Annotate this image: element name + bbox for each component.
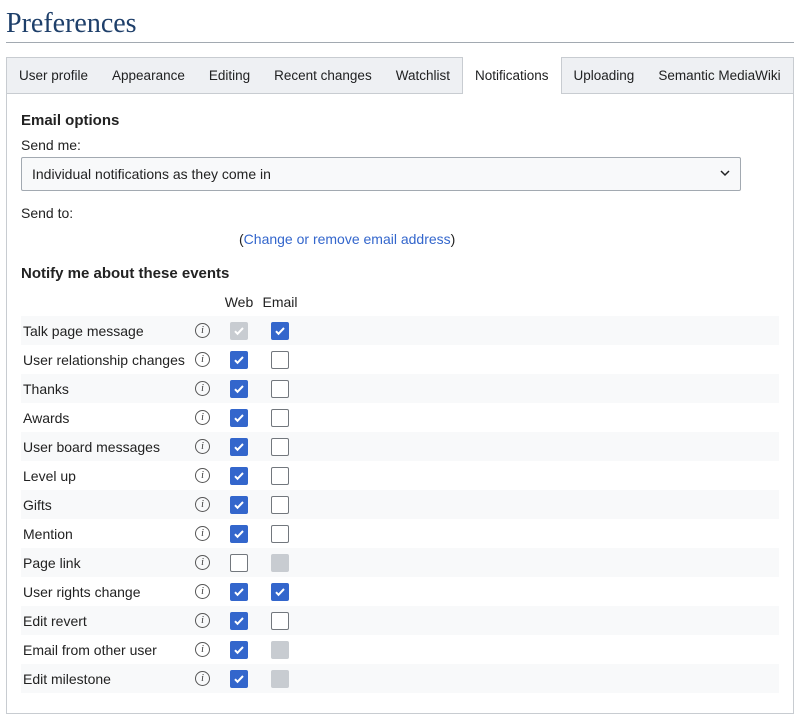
event-row: Awardsi	[21, 403, 779, 432]
checkbox-email	[271, 554, 289, 572]
tabs-bar: User profileAppearanceEditingRecent chan…	[6, 57, 794, 94]
checkbox-web[interactable]	[230, 409, 248, 427]
event-row: User rights changei	[21, 577, 779, 606]
checkbox-email[interactable]	[271, 612, 289, 630]
send-me-select-value[interactable]: Individual notifications as they come in	[21, 157, 741, 191]
info-icon[interactable]: i	[195, 526, 210, 541]
event-label: Mention	[21, 526, 195, 542]
info-icon[interactable]: i	[195, 584, 210, 599]
checkbox-web[interactable]	[230, 554, 248, 572]
info-icon[interactable]: i	[195, 497, 210, 512]
info-icon[interactable]: i	[195, 352, 210, 367]
tab-notifications[interactable]: Notifications	[462, 57, 562, 94]
event-label: User board messages	[21, 439, 195, 455]
checkbox-web[interactable]	[230, 641, 248, 659]
checkbox-web[interactable]	[230, 467, 248, 485]
event-label: Email from other user	[21, 642, 195, 658]
tab-semantic-mediawiki[interactable]: Semantic MediaWiki	[646, 58, 792, 93]
tab-appearance[interactable]: Appearance	[100, 58, 197, 93]
event-label: User relationship changes	[21, 352, 195, 368]
checkbox-web	[230, 322, 248, 340]
info-icon[interactable]: i	[195, 555, 210, 570]
tab-recent-changes[interactable]: Recent changes	[262, 58, 384, 93]
event-label: Level up	[21, 468, 195, 484]
checkbox-email[interactable]	[271, 438, 289, 456]
event-label: Thanks	[21, 381, 195, 397]
info-icon[interactable]: i	[195, 671, 210, 686]
tab-user-profile[interactable]: User profile	[7, 58, 100, 93]
send-me-label: Send me:	[21, 137, 779, 153]
checkbox-email[interactable]	[271, 467, 289, 485]
info-icon[interactable]: i	[195, 323, 210, 338]
events-table: Web Email Talk page messageiUser relatio…	[21, 290, 779, 693]
checkbox-web[interactable]	[230, 612, 248, 630]
checkbox-web[interactable]	[230, 583, 248, 601]
send-to-label: Send to:	[21, 205, 73, 221]
checkbox-email[interactable]	[271, 583, 289, 601]
event-row: Edit milestonei	[21, 664, 779, 693]
event-row: Page linki	[21, 548, 779, 577]
event-label: Gifts	[21, 497, 195, 513]
checkbox-email[interactable]	[271, 322, 289, 340]
checkbox-web[interactable]	[230, 670, 248, 688]
checkbox-email	[271, 670, 289, 688]
events-header-row: Web Email	[21, 290, 779, 316]
checkbox-email[interactable]	[271, 496, 289, 514]
tab-uploading[interactable]: Uploading	[562, 58, 647, 93]
info-icon[interactable]: i	[195, 381, 210, 396]
info-icon[interactable]: i	[195, 439, 210, 454]
checkbox-email	[271, 641, 289, 659]
page-title: Preferences	[6, 8, 794, 43]
event-label: User rights change	[21, 584, 195, 600]
event-row: Thanksi	[21, 374, 779, 403]
event-row: User relationship changesi	[21, 345, 779, 374]
event-row: User board messagesi	[21, 432, 779, 461]
column-web: Web	[221, 294, 257, 310]
checkbox-email[interactable]	[271, 409, 289, 427]
event-label: Awards	[21, 410, 195, 426]
info-icon[interactable]: i	[195, 642, 210, 657]
event-row: Mentioni	[21, 519, 779, 548]
checkbox-web[interactable]	[230, 525, 248, 543]
notifications-panel: Email options Send me: Individual notifi…	[6, 94, 794, 714]
event-row: Talk page messagei	[21, 316, 779, 345]
checkbox-web[interactable]	[230, 438, 248, 456]
event-row: Giftsi	[21, 490, 779, 519]
tab-watchlist[interactable]: Watchlist	[384, 58, 462, 93]
tab-editing[interactable]: Editing	[197, 58, 262, 93]
checkbox-web[interactable]	[230, 496, 248, 514]
info-icon[interactable]: i	[195, 613, 210, 628]
event-label: Page link	[21, 555, 195, 571]
event-label: Talk page message	[21, 323, 195, 339]
checkbox-email[interactable]	[271, 351, 289, 369]
checkbox-web[interactable]	[230, 351, 248, 369]
checkbox-email[interactable]	[271, 525, 289, 543]
info-icon[interactable]: i	[195, 410, 210, 425]
event-label: Edit milestone	[21, 671, 195, 687]
send-me-select[interactable]: Individual notifications as they come in	[21, 157, 741, 191]
email-options-heading: Email options	[21, 112, 779, 129]
change-email-link[interactable]: Change or remove email address	[244, 231, 451, 247]
paren-close: )	[451, 231, 456, 247]
events-heading: Notify me about these events	[21, 265, 779, 282]
event-row: Edit reverti	[21, 606, 779, 635]
checkbox-email[interactable]	[271, 380, 289, 398]
event-row: Level upi	[21, 461, 779, 490]
info-icon[interactable]: i	[195, 468, 210, 483]
checkbox-web[interactable]	[230, 380, 248, 398]
event-label: Edit revert	[21, 613, 195, 629]
column-email: Email	[257, 294, 303, 310]
event-row: Email from other useri	[21, 635, 779, 664]
